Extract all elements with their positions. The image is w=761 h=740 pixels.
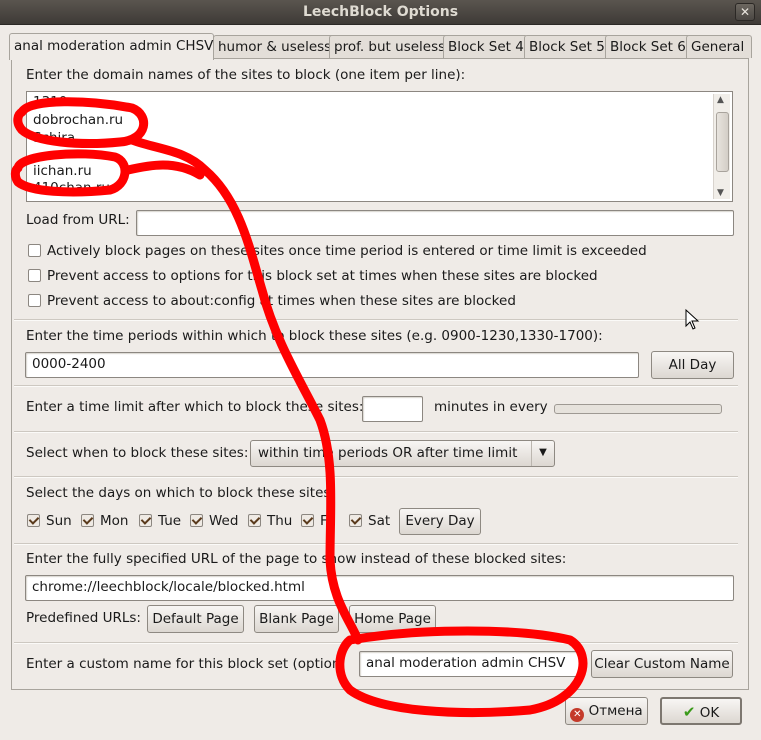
custom-name-input[interactable]: anal moderation admin CHSV — [359, 651, 580, 677]
sites-scrollbar[interactable]: ▲ ▼ — [713, 94, 730, 199]
clear-custom-name-button[interactable]: Clear Custom Name — [591, 650, 733, 678]
redirect-url-input[interactable]: chrome://leechblock/locale/blocked.html — [25, 575, 734, 601]
tab-block-set-3[interactable]: prof. but useless — [329, 35, 449, 58]
tab-block-set-6[interactable]: Block Set 6 — [605, 35, 691, 58]
day-tue[interactable]: Tue — [139, 513, 181, 529]
tab-block-set-2[interactable]: humor & useless — [213, 35, 335, 58]
ok-label: OK — [699, 705, 720, 721]
divider — [14, 476, 738, 478]
home-page-button[interactable]: Home Page — [349, 605, 436, 633]
option-row-2: Prevent access to options for this block… — [28, 268, 598, 284]
blank-page-button[interactable]: Blank Page — [254, 605, 339, 633]
day-label: Sat — [368, 513, 391, 529]
tab-block-set-1[interactable]: anal moderation admin CHSV — [9, 33, 214, 60]
days-label: Select the days on which to block these … — [26, 485, 335, 501]
tab-block-set-5[interactable]: Block Set 5 — [524, 35, 610, 58]
day-sat[interactable]: Sat — [349, 513, 390, 529]
day-label: Thu — [267, 513, 293, 529]
prevent-options-checkbox[interactable] — [28, 269, 41, 282]
minutes-every-label: minutes in every — [434, 399, 548, 415]
chevron-down-icon: ▼ — [531, 441, 554, 466]
site-line: iichan.ru — [33, 163, 92, 179]
scroll-up-icon[interactable]: ▲ — [717, 95, 724, 105]
ok-button[interactable]: ✔ OK — [660, 697, 742, 725]
window-titlebar: LeechBlock Options ✕ — [0, 0, 761, 25]
check-icon — [248, 514, 261, 527]
close-window-button[interactable]: ✕ — [735, 3, 755, 21]
day-thu[interactable]: Thu — [248, 513, 292, 529]
check-icon — [81, 514, 94, 527]
check-icon — [27, 514, 40, 527]
day-wed[interactable]: Wed — [190, 513, 238, 529]
day-label: Sun — [46, 513, 72, 529]
prevent-aboutconfig-label: Prevent access to about:config at times … — [47, 293, 516, 309]
active-block-label: Actively block pages on these sites once… — [47, 243, 647, 259]
divider — [14, 319, 738, 321]
cancel-icon: ✕ — [570, 708, 585, 722]
custom-name-label: Enter a custom name for this block set (… — [26, 656, 338, 672]
every-day-button[interactable]: Every Day — [399, 508, 481, 535]
cancel-label: Отмена — [588, 703, 643, 719]
check-icon — [349, 514, 362, 527]
day-label: Fri — [320, 513, 337, 529]
site-line: Schira — [33, 130, 76, 146]
divider — [14, 543, 738, 545]
checkmark-icon: ✔ — [682, 703, 696, 721]
sites-textarea[interactable]: 1310... dobrochan.ru Schira iichan.ru 41… — [26, 91, 733, 202]
day-fri[interactable]: Fri — [301, 513, 336, 529]
scrollbar-thumb[interactable] — [716, 112, 729, 172]
option-row-1: Actively block pages on these sites once… — [28, 243, 647, 259]
prevent-aboutconfig-checkbox[interactable] — [28, 294, 41, 307]
default-page-button[interactable]: Default Page — [147, 605, 244, 633]
limit-minutes-input[interactable] — [362, 396, 423, 422]
active-block-checkbox[interactable] — [28, 244, 41, 257]
option-row-3: Prevent access to about:config at times … — [28, 293, 516, 309]
check-icon — [139, 514, 152, 527]
load-url-label: Load from URL: — [26, 212, 130, 228]
day-label: Tue — [158, 513, 182, 529]
day-sun[interactable]: Sun — [27, 513, 72, 529]
day-mon[interactable]: Mon — [81, 513, 128, 529]
periods-label: Enter the time periods within which to b… — [26, 328, 603, 344]
window-title: LeechBlock Options — [302, 4, 459, 20]
sites-label: Enter the domain names of the sites to b… — [26, 67, 466, 83]
limit-period-slider[interactable] — [554, 404, 722, 414]
prevent-options-label: Prevent access to options for this block… — [47, 268, 598, 284]
redirect-label: Enter the fully specified URL of the pag… — [26, 551, 567, 567]
when-dropdown[interactable]: within time periods OR after time limit … — [250, 440, 555, 467]
close-icon: ✕ — [739, 5, 751, 19]
day-label: Mon — [100, 513, 129, 529]
all-day-button[interactable]: All Day — [651, 351, 734, 379]
tab-general[interactable]: General — [686, 35, 752, 58]
load-url-input[interactable] — [136, 210, 734, 236]
site-line: dobrochan.ru — [33, 112, 124, 128]
divider — [14, 385, 738, 387]
check-icon — [190, 514, 203, 527]
tab-block-set-4[interactable]: Block Set 4 — [443, 35, 528, 58]
day-label: Wed — [209, 513, 239, 529]
cancel-button[interactable]: ✕ Отмена — [565, 697, 648, 725]
divider — [14, 431, 738, 433]
limit-label: Enter a time limit after which to block … — [26, 399, 364, 415]
when-label: Select when to block these sites: — [26, 445, 249, 461]
periods-input[interactable]: 0000-2400 — [25, 352, 639, 378]
site-line: 1310... — [33, 94, 81, 110]
site-line: 410chan.ru — [33, 180, 110, 196]
predefined-label: Predefined URLs: — [26, 610, 141, 626]
divider — [14, 642, 738, 644]
when-selected: within time periods OR after time limit — [258, 445, 518, 461]
scroll-down-icon[interactable]: ▼ — [717, 188, 724, 198]
check-icon — [301, 514, 314, 527]
